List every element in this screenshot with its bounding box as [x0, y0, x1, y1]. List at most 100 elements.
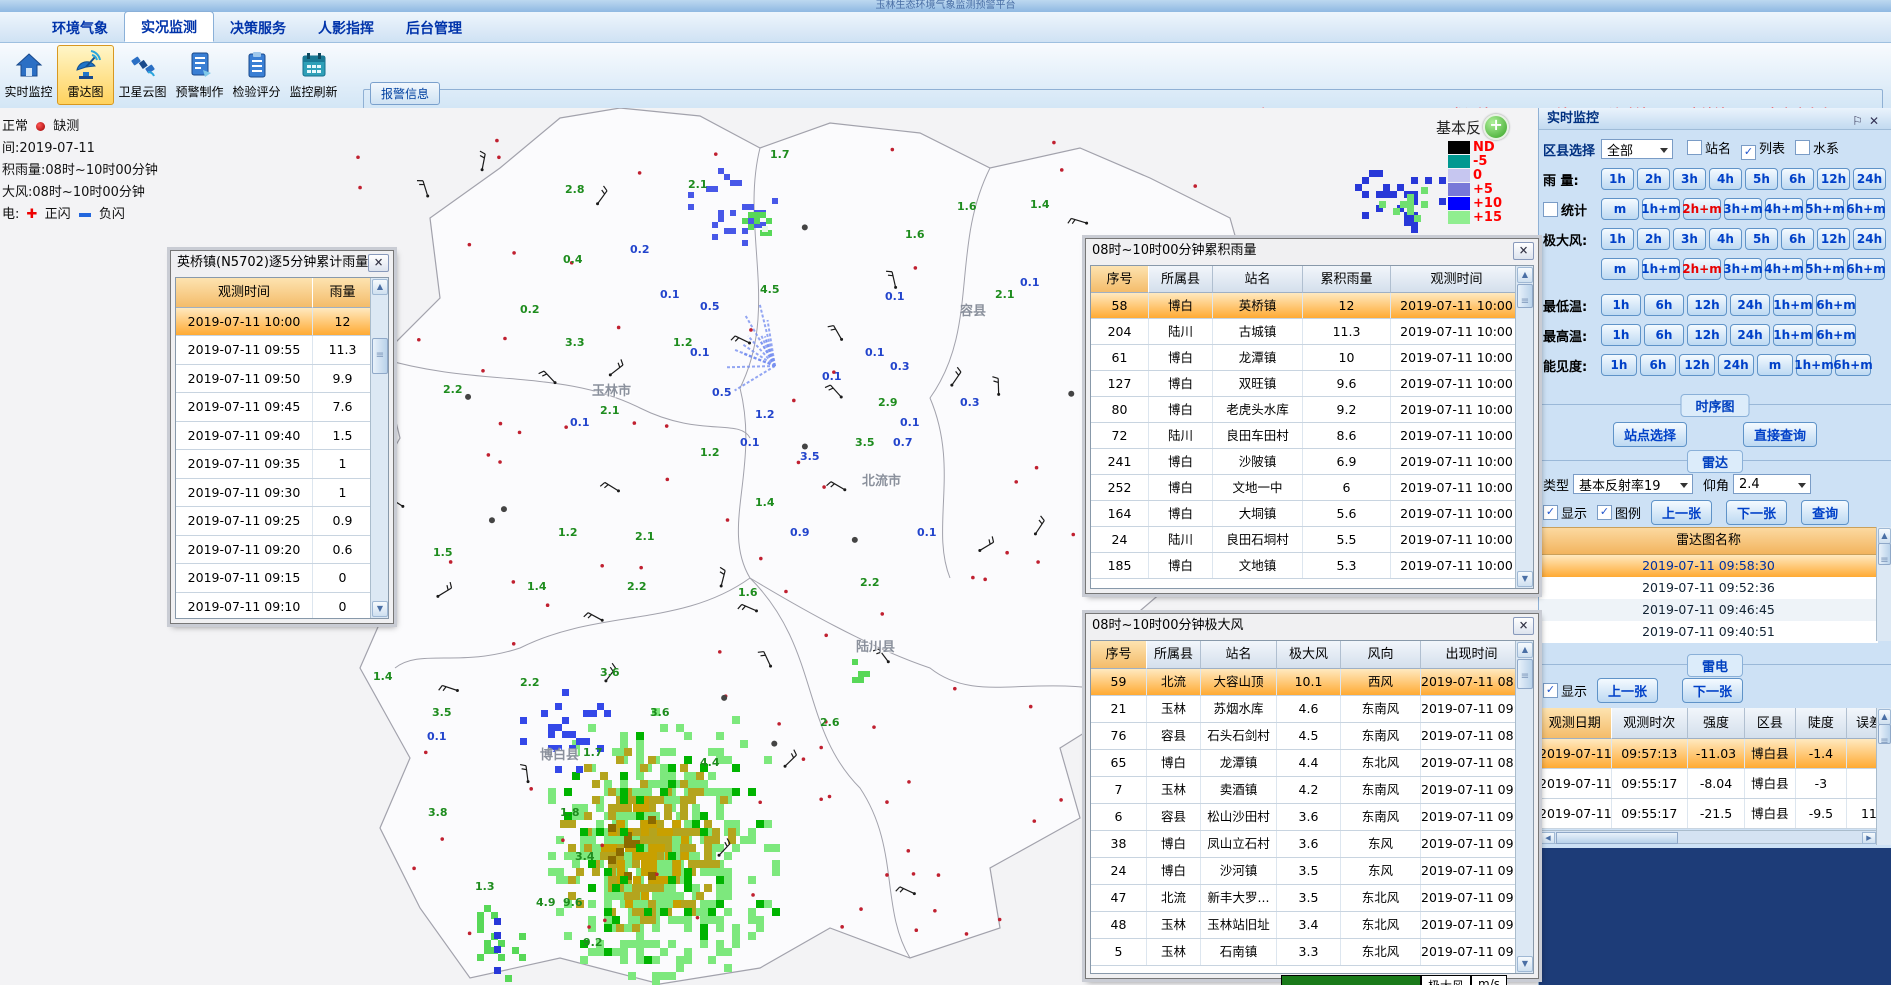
- table-row[interactable]: 38博白凤山立石村3.6东风2019-07-11 09:26: [1091, 831, 1533, 858]
- column-header[interactable]: 观测时次: [1612, 708, 1688, 739]
- query-button[interactable]: 查询: [1801, 500, 1849, 525]
- horizontal-scrollbar[interactable]: ◀ ▶: [1539, 830, 1878, 844]
- tab-radar[interactable]: 雷达: [1687, 450, 1743, 473]
- table-row[interactable]: 241博白沙陂镇6.92019-07-11 10:00: [1091, 449, 1533, 475]
- period-button-2h+m[interactable]: 2h+m: [1683, 258, 1721, 280]
- column-header[interactable]: 出现时间: [1421, 641, 1523, 669]
- column-header[interactable]: 站名: [1201, 641, 1277, 669]
- county-select-dropdown[interactable]: 全部: [1601, 139, 1673, 159]
- period-button-12h[interactable]: 12h: [1687, 294, 1727, 316]
- pin-icon[interactable]: ⚐: [1852, 114, 1869, 128]
- period-button-1h[interactable]: 1h: [1601, 294, 1641, 316]
- table-row[interactable]: 80博白老虎头水库9.22019-07-11 10:00: [1091, 397, 1533, 423]
- period-button-2h[interactable]: 2h: [1637, 228, 1670, 250]
- period-button-6h[interactable]: 6h: [1781, 228, 1814, 250]
- tab-lightning[interactable]: 雷电: [1687, 654, 1743, 677]
- period-button-1h[interactable]: 1h: [1601, 354, 1637, 376]
- tool-预警制作[interactable]: 预警制作: [171, 45, 228, 105]
- column-header[interactable]: 站名: [1213, 266, 1303, 293]
- period-button-6h+m[interactable]: 6h+m: [1816, 294, 1856, 316]
- period-button-3h[interactable]: 3h: [1673, 228, 1706, 250]
- table-row[interactable]: 24陆川良田石垌村5.52019-07-11 10:00: [1091, 527, 1533, 553]
- table-row[interactable]: 2019-07-11 09:401.5: [176, 422, 388, 451]
- column-header[interactable]: 观测时间: [176, 278, 313, 308]
- table-row[interactable]: 6容县松山沙田村3.6东南风2019-07-11 09:59: [1091, 804, 1533, 831]
- period-button-m[interactable]: m: [1601, 198, 1639, 220]
- scrollbar[interactable]: ▲: [1876, 527, 1891, 641]
- menu-tab-决策服务[interactable]: 决策服务: [214, 13, 302, 42]
- column-header[interactable]: 累积雨量: [1303, 266, 1391, 293]
- scrollbar[interactable]: ▲: [1876, 708, 1891, 845]
- scroll-up-icon[interactable]: ▲: [1878, 528, 1891, 544]
- checkbox-列表[interactable]: [1741, 145, 1756, 160]
- radar-image-row[interactable]: 2019-07-11 09:46:45: [1539, 599, 1878, 621]
- alarm-info-button[interactable]: 报警信息: [370, 82, 440, 105]
- period-button-1h+m[interactable]: 1h+m: [1642, 198, 1680, 220]
- column-header[interactable]: 极大风: [1277, 641, 1341, 669]
- table-row[interactable]: 2019-07-11 09:100: [176, 593, 388, 620]
- scroll-right-icon[interactable]: ▶: [1862, 832, 1876, 844]
- legend-checkbox[interactable]: [1597, 505, 1612, 520]
- period-button-6h[interactable]: 6h: [1640, 354, 1676, 376]
- column-header[interactable]: 区县: [1745, 708, 1796, 739]
- table-row[interactable]: 61博白龙潭镇102019-07-11 10:00: [1091, 345, 1533, 371]
- period-button-6h+m[interactable]: 6h+m: [1847, 258, 1885, 280]
- period-button-1h+m[interactable]: 1h+m: [1773, 294, 1813, 316]
- period-button-2h[interactable]: 2h: [1637, 168, 1670, 190]
- period-button-5h[interactable]: 5h: [1745, 168, 1778, 190]
- column-header[interactable]: 强度: [1688, 708, 1745, 739]
- next-image-button[interactable]: 下一张: [1726, 500, 1787, 525]
- menu-tab-实况监测[interactable]: 实况监测: [124, 11, 214, 42]
- scroll-thumb[interactable]: [372, 338, 388, 374]
- period-button-24h[interactable]: 24h: [1730, 294, 1770, 316]
- period-button-6h+m[interactable]: 6h+m: [1847, 198, 1885, 220]
- table-row[interactable]: 7玉林卖酒镇4.2东南风2019-07-11 09:59: [1091, 777, 1533, 804]
- period-button-1h+m[interactable]: 1h+m: [1642, 258, 1680, 280]
- table-row[interactable]: 2019-07-11 10:0012: [176, 308, 388, 337]
- period-button-12h[interactable]: 12h: [1687, 324, 1727, 346]
- checkbox-站名[interactable]: [1687, 140, 1702, 155]
- period-button-5h+m[interactable]: 5h+m: [1806, 198, 1844, 220]
- table-row[interactable]: 72陆川良田车田村8.62019-07-11 10:00: [1091, 423, 1533, 449]
- table-row[interactable]: 2019-07-11 09:150: [176, 564, 388, 593]
- table-row[interactable]: 24博白沙河镇3.5东风2019-07-11 09:46: [1091, 858, 1533, 885]
- period-button-6h[interactable]: 6h: [1781, 168, 1814, 190]
- menu-tab-后台管理[interactable]: 后台管理: [390, 13, 478, 42]
- column-header[interactable]: 观测日期: [1539, 708, 1612, 739]
- table-row[interactable]: 2019-07-1109:55:17-21.5博白县-9.511: [1539, 799, 1891, 829]
- table-row[interactable]: 2019-07-11 09:200.6: [176, 536, 388, 565]
- next-image-button[interactable]: 下一张: [1682, 678, 1743, 703]
- table-row[interactable]: 65博白龙潭镇4.4东北风2019-07-11 08:34: [1091, 750, 1533, 777]
- column-header[interactable]: 风向: [1341, 641, 1421, 669]
- period-button-4h[interactable]: 4h: [1709, 228, 1742, 250]
- scroll-down-icon[interactable]: ▼: [372, 601, 388, 617]
- collapse-icon[interactable]: ✕: [1869, 114, 1885, 128]
- radar-image-row[interactable]: 2019-07-11 09:52:36: [1539, 577, 1878, 599]
- table-row[interactable]: 47北流新丰大罗...3.5东北风2019-07-11 09:12: [1091, 885, 1533, 912]
- period-button-4h+m[interactable]: 4h+m: [1765, 198, 1803, 220]
- scroll-down-icon[interactable]: ▼: [1517, 956, 1533, 972]
- table-row[interactable]: 204陆川古城镇11.32019-07-11 10:00: [1091, 319, 1533, 345]
- period-button-1h[interactable]: 1h: [1601, 228, 1634, 250]
- close-icon[interactable]: 🗙: [368, 254, 389, 272]
- menu-tab-人影指挥[interactable]: 人影指挥: [302, 13, 390, 42]
- period-button-12h[interactable]: 12h: [1679, 354, 1715, 376]
- column-header[interactable]: 序号: [1091, 266, 1149, 293]
- prev-image-button[interactable]: 上一张: [1597, 678, 1658, 703]
- table-row[interactable]: 2019-07-1109:57:13-11.03博白县-1.4: [1539, 739, 1891, 769]
- direct-query-button[interactable]: 直接查询: [1743, 422, 1817, 447]
- scroll-thumb[interactable]: [1556, 832, 1678, 844]
- scroll-thumb[interactable]: [1517, 284, 1533, 308]
- tool-检验评分[interactable]: 检验评分: [228, 45, 285, 105]
- period-button-4h[interactable]: 4h: [1709, 168, 1742, 190]
- table-row[interactable]: 2019-07-11 09:250.9: [176, 507, 388, 536]
- period-button-1h+m[interactable]: 1h+m: [1773, 324, 1813, 346]
- zoom-plus-button[interactable]: +: [1483, 114, 1509, 140]
- period-button-3h+m[interactable]: 3h+m: [1724, 198, 1762, 220]
- scrollbar[interactable]: ▲ ▼: [1515, 641, 1533, 973]
- table-row[interactable]: 76容县石头石剑村4.5东南风2019-07-11 08:08: [1091, 723, 1533, 750]
- station-select-button[interactable]: 站点选择: [1613, 422, 1687, 447]
- tab-timeseries[interactable]: 时序图: [1680, 394, 1749, 417]
- scroll-up-icon[interactable]: ▲: [1878, 709, 1891, 725]
- station-rain-popup[interactable]: 英桥镇(N5702)逐5分钟累计雨量 🗙 观测时间雨量2019-07-11 10…: [170, 250, 394, 624]
